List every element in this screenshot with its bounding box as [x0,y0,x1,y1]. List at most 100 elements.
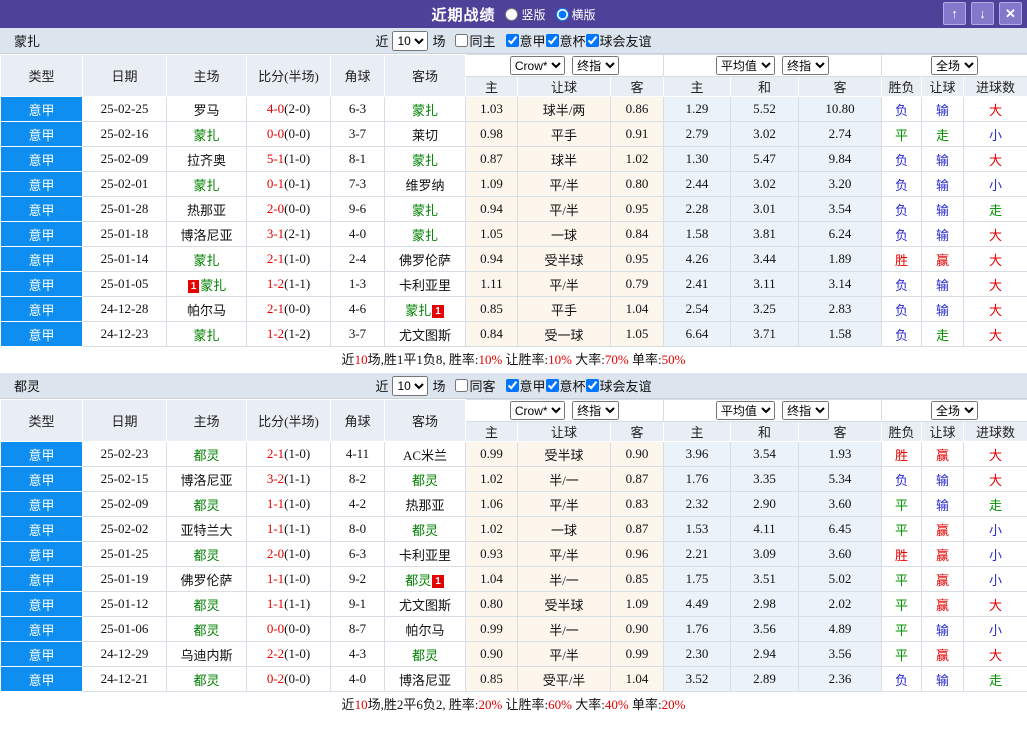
team-name-text: 都灵 [193,622,220,638]
away-team-cell: 帕尔马 [384,616,466,642]
avg-final-index-select[interactable]: 终指 [782,401,830,420]
league-checkbox-input[interactable] [545,33,559,47]
league-checkbox-input[interactable] [585,378,599,392]
result-goals-cell: 小 [963,171,1027,197]
team-name-text: 都灵 [193,672,220,688]
half-time-score: (1-1) [284,521,311,536]
crow-odds-group-header: Crow* 终指 [464,54,665,77]
match-row: 意甲 25-01-25 都灵 2-0(1-0) 6-3 卡利亚里 0.93 平/半 0.96 2.… [0,541,1027,567]
half-time-score: (1-0) [284,546,311,561]
league-filter-意杯[interactable]: 意杯 [545,31,586,50]
date-cell: 25-01-25 [82,541,167,567]
crow-handicap-cell: 平手 [517,296,611,322]
result-outcome-cell: 平 [881,566,923,592]
crow-home-odds-cell: 0.85 [465,296,518,322]
match-count-select[interactable]: 10 [392,30,429,51]
league-checkbox-label: 意杯 [559,378,586,394]
half-time-score: (0-1) [284,176,311,191]
away-team-cell: 卡利亚里 [384,271,466,297]
col-header-type: 类型 [0,54,83,97]
move-down-button[interactable]: ↓ [971,2,994,25]
avg-away-odds-cell: 5.02 [798,566,883,592]
crow-handicap-cell: 平/半 [517,541,611,567]
match-row: 意甲 25-02-09 拉齐奥 5-1(1-0) 8-1 蒙扎 0.87 球半 1.02 1.30… [0,146,1027,172]
corner-cell: 9-1 [330,591,385,617]
venue-checkbox-input[interactable] [455,34,469,47]
scope-select[interactable]: 全场 [931,56,979,75]
layout-vertical-radio[interactable]: 竖版 [505,6,546,23]
league-filter-意甲[interactable]: 意甲 [505,376,546,395]
layout-horizontal-radio[interactable]: 横版 [555,6,596,23]
result-outcome-cell: 平 [881,616,923,642]
venue-checkbox-input[interactable] [455,379,469,392]
move-up-button[interactable]: ↑ [943,2,966,25]
away-team-cell: 都灵 1 [384,566,466,592]
record-summary: 近10场,胜1平1负8, 胜率:10% 让胜率:10% 大率:70% 单率:50… [0,347,1027,373]
record-summary: 近10场,胜2平6负2, 胜率:20% 让胜率:60% 大率:40% 单率:20… [0,692,1027,718]
games-label: 场 [432,34,446,49]
vertical-radio-input[interactable] [505,7,519,21]
team-section: 蒙扎 近 10 场 同主 意甲 意杯 球会友谊 类型 日期 主场 比分(半场) … [0,28,1027,373]
horizontal-radio-input[interactable] [555,7,569,21]
col-header-home: 主场 [166,54,247,97]
sub-header-crow-handicap: 让球 [517,76,611,97]
team-name-text: 都灵 [193,547,220,563]
scope-select[interactable]: 全场 [931,401,979,420]
match-count-select[interactable]: 10 [392,375,429,396]
full-time-score: 1-1 [266,496,285,511]
bookmaker-select[interactable]: Crow* [509,56,565,75]
summary-stat-value: 10 [354,352,368,367]
venue-filter-checkbox[interactable]: 同客 [455,376,496,395]
section-filter-bar: 都灵 近 10 场 同客 意甲 意杯 球会友谊 [0,373,1027,399]
crow-handicap-cell: 平手 [517,121,611,147]
team-name-text: 乌迪内斯 [180,647,233,663]
score-cell: 2-0(1-0) [246,541,331,567]
avg-draw-odds-cell: 5.52 [730,96,800,122]
crow-home-odds-cell: 0.84 [465,321,518,347]
result-goals-cell: 大 [963,321,1027,347]
bookmaker-select[interactable]: Crow* [509,401,565,420]
league-cell: 意甲 [0,441,83,467]
score-cell: 3-2(1-1) [246,466,331,492]
team-name-text: 佛罗伦萨 [398,252,451,268]
league-checkbox-input[interactable] [585,33,599,47]
league-cell: 意甲 [0,171,83,197]
sub-header-avg-away: 客 [798,76,883,97]
summary-text: 场,胜2平6负2, 胜率: [367,697,479,712]
average-select[interactable]: 平均值 [715,401,775,420]
close-button[interactable]: ✕ [999,2,1022,25]
league-filter-意杯[interactable]: 意杯 [545,376,586,395]
corner-cell: 3-7 [330,321,385,347]
league-checkbox-input[interactable] [505,33,519,47]
near-label: 近 [375,34,389,49]
average-select[interactable]: 平均值 [715,56,775,75]
venue-filter-checkbox[interactable]: 同主 [455,31,496,50]
team-name-text: 蒙扎 [411,102,438,118]
league-checkbox-input[interactable] [545,378,559,392]
result-handicap-cell: 输 [921,491,965,517]
avg-away-odds-cell: 2.74 [798,121,883,147]
result-goals-cell: 大 [963,641,1027,667]
crow-odds-group-header: Crow* 终指 [464,399,665,422]
summary-text: 大率: [572,352,605,367]
date-cell: 25-01-18 [82,221,167,247]
league-filter-球会友谊[interactable]: 球会友谊 [585,31,652,50]
crow-final-index-select[interactable]: 终指 [572,56,620,75]
crow-handicap-cell: 球半/两 [517,96,611,122]
half-time-score: (1-0) [284,151,311,166]
result-outcome-cell: 负 [881,466,923,492]
team-name-text: 卡利亚里 [398,277,451,293]
match-row: 意甲 25-02-02 亚特兰大 1-1(1-1) 8-0 都灵 1.02 一球 0.87 1.5… [0,516,1027,542]
crow-final-index-select[interactable]: 终指 [572,401,620,420]
league-checkbox-label: 球会友谊 [599,378,652,394]
crow-away-odds-cell: 0.90 [609,441,665,467]
venue-filter-label: 同客 [469,379,496,394]
home-team-cell: 1 蒙扎 [166,271,247,297]
avg-home-odds-cell: 1.76 [663,466,732,492]
league-filter-球会友谊[interactable]: 球会友谊 [585,376,652,395]
league-checkbox-input[interactable] [505,378,519,392]
avg-final-index-select[interactable]: 终指 [782,56,830,75]
result-handicap-cell: 走 [921,321,965,347]
corner-cell: 6-3 [330,96,385,122]
league-filter-意甲[interactable]: 意甲 [505,31,546,50]
